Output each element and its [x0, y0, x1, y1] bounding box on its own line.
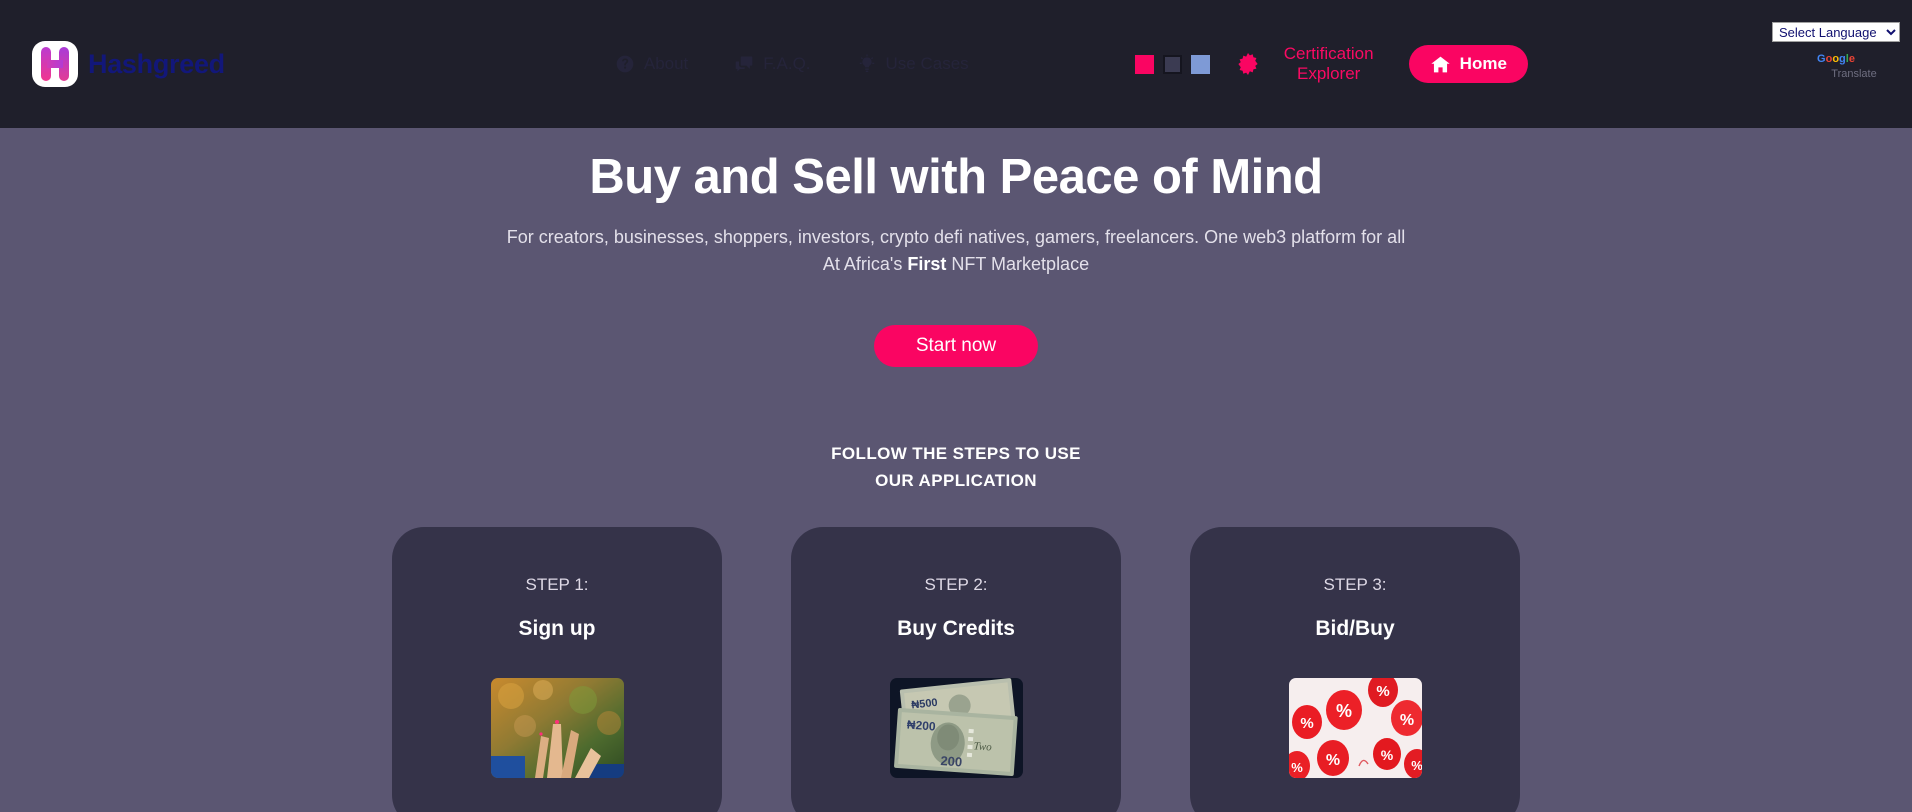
- nav-label-about: About: [643, 54, 689, 73]
- brand-logo[interactable]: Hashgreed: [32, 41, 225, 87]
- steps-heading-line1: FOLLOW THE STEPS TO USE: [831, 444, 1081, 463]
- swatch-blue[interactable]: [1190, 54, 1210, 74]
- svg-text:%: %: [1411, 758, 1422, 773]
- translate-label: Translate: [1831, 68, 1877, 80]
- site-header: Hashgreed About F.A.Q. Use Cases Certifi…: [0, 0, 1912, 128]
- hero-subtitle: For creators, businesses, shoppers, inve…: [0, 224, 1912, 278]
- naira-banknotes-photo: ₦500 ₦200 Two 200: [889, 678, 1023, 778]
- google-translate-widget: Select Language Google Translate: [1772, 22, 1900, 81]
- hero-subtitle-line2-pre: At Africa's: [822, 254, 908, 274]
- brand-name: Hashgreed: [88, 48, 225, 79]
- hero-subtitle-line1: For creators, businesses, shoppers, inve…: [506, 227, 1406, 247]
- google-wordmark: Google: [1817, 53, 1855, 65]
- nav-item-use-cases[interactable]: Use Cases: [857, 54, 969, 74]
- google-translate-attribution: Google Translate: [1772, 53, 1900, 81]
- hands-reaching-up-photo: [490, 678, 624, 778]
- step-card-2[interactable]: STEP 2: Buy Credits ₦500 ₦200 Two 200: [791, 527, 1121, 812]
- swatch-dark[interactable]: [1162, 54, 1182, 74]
- step-label: STEP 3:: [1323, 575, 1387, 594]
- nav-item-about[interactable]: About: [615, 54, 688, 74]
- step-title: Sign up: [518, 617, 596, 640]
- start-now-button[interactable]: Start now: [873, 325, 1039, 367]
- swatch-pink[interactable]: [1134, 54, 1154, 74]
- language-select[interactable]: Select Language: [1772, 22, 1900, 42]
- step-title: Bid/Buy: [1315, 617, 1395, 640]
- home-button-label: Home: [1459, 54, 1507, 73]
- step-label: STEP 2:: [924, 575, 988, 594]
- red-percent-balloons-photo: % % % % % % % %: [1288, 678, 1422, 778]
- cert-explorer-line2: Explorer: [1297, 64, 1361, 83]
- certification-explorer-link[interactable]: Certification Explorer: [1281, 44, 1377, 84]
- nav-item-faq[interactable]: F.A.Q.: [734, 54, 811, 74]
- step-card-1[interactable]: STEP 1: Sign up: [392, 527, 722, 812]
- svg-text:%: %: [1376, 683, 1389, 700]
- hero-section: Buy and Sell with Peace of Mind For crea…: [0, 128, 1912, 367]
- chat-bubbles-icon: [735, 56, 753, 72]
- steps-heading: FOLLOW THE STEPS TO USE OUR APPLICATION: [0, 440, 1912, 494]
- svg-text:%: %: [1380, 747, 1393, 763]
- nav-label-faq: F.A.Q.: [763, 54, 811, 73]
- svg-text:₦200: ₦200: [906, 718, 936, 734]
- page-root: Hashgreed About F.A.Q. Use Cases Certifi…: [0, 0, 1912, 812]
- svg-text:%: %: [1291, 760, 1303, 775]
- primary-nav: About F.A.Q. Use Cases: [615, 54, 969, 74]
- lightbulb-icon: [859, 54, 874, 72]
- svg-text:%: %: [1325, 752, 1339, 769]
- steps-cards: STEP 1: Sign up STEP 2: Buy Credits ₦500…: [0, 527, 1912, 812]
- starburst-icon[interactable]: [1237, 53, 1259, 75]
- home-button[interactable]: Home: [1408, 45, 1528, 83]
- step-card-3[interactable]: STEP 3: Bid/Buy % % % % % % % %: [1190, 527, 1520, 812]
- hero-subtitle-line2-post: NFT Marketplace: [946, 254, 1090, 274]
- svg-text:Two: Two: [973, 740, 992, 753]
- cert-explorer-line1: Certification: [1283, 44, 1374, 63]
- svg-text:%: %: [1300, 715, 1313, 732]
- step-title: Buy Credits: [897, 617, 1015, 640]
- hashgreed-h-logo-icon: [32, 41, 78, 87]
- question-mark-icon: [616, 55, 634, 73]
- nav-label-use-cases: Use Cases: [885, 54, 969, 73]
- step-label: STEP 1:: [525, 575, 589, 594]
- color-swatches: [1134, 54, 1210, 74]
- svg-text:%: %: [1399, 712, 1413, 729]
- page-title: Buy and Sell with Peace of Mind: [589, 150, 1323, 204]
- hero-subtitle-emphasis: First: [907, 254, 947, 274]
- svg-text:200: 200: [940, 753, 963, 769]
- steps-heading-line2: OUR APPLICATION: [875, 471, 1037, 490]
- home-icon: [1430, 56, 1450, 72]
- svg-text:%: %: [1335, 701, 1351, 721]
